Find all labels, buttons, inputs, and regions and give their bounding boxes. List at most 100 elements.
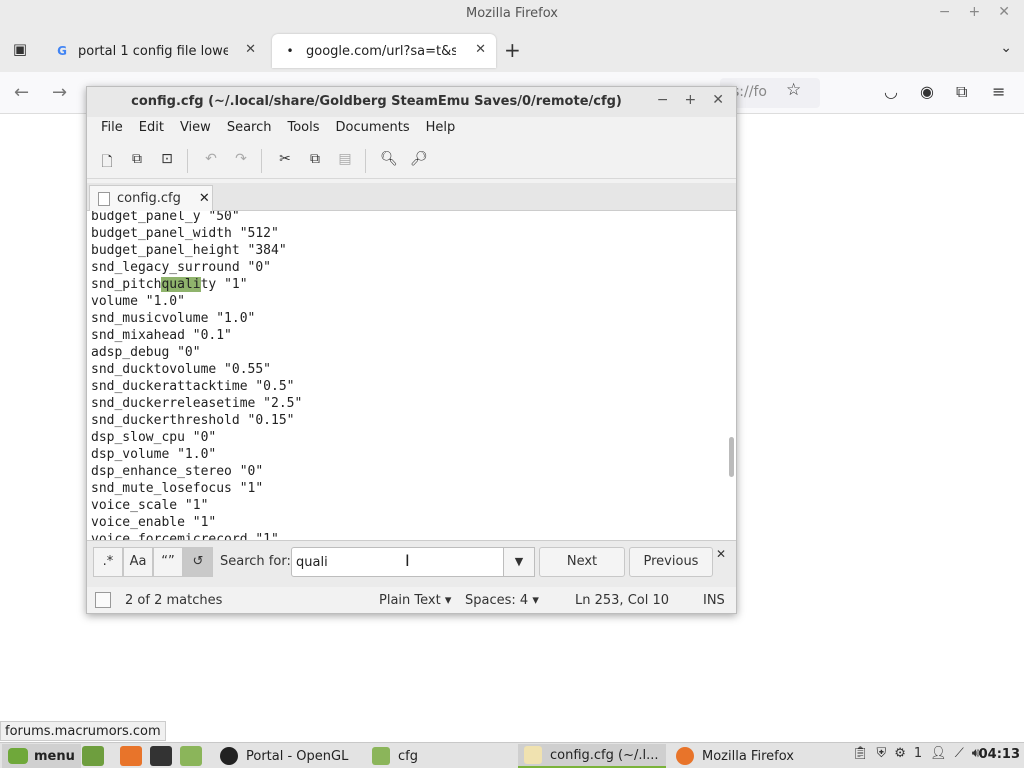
language-selector[interactable]: Plain Text ▾ (379, 593, 451, 608)
wrap-around-icon: ↺ (192, 554, 204, 569)
match-case-button[interactable]: Aa (123, 547, 153, 577)
next-button[interactable]: Next (539, 547, 625, 577)
menu-file[interactable]: File (93, 117, 131, 139)
user-icon[interactable]: 👤︎ (930, 746, 947, 761)
close-tab-icon[interactable]: ✕ (475, 42, 486, 57)
maximize-icon[interactable]: + (969, 4, 981, 20)
open-file-icon[interactable]: ⧉ (127, 151, 147, 171)
forward-icon[interactable]: → (52, 82, 67, 103)
shield-icon[interactable]: ⛨ (876, 746, 886, 761)
editor-scrollbar[interactable] (729, 437, 734, 477)
account-icon[interactable]: ◉ (920, 82, 934, 101)
editor-line: voice_enable "1" (91, 515, 217, 530)
cut-icon[interactable]: ✂ (275, 151, 295, 171)
wrap-around-button[interactable]: ↺ (183, 547, 213, 577)
match-count: 2 of 2 matches (125, 593, 223, 608)
spaces-label: Spaces: 4 (465, 593, 529, 608)
task-label: cfg (398, 748, 418, 764)
system-tray: 📋︎ ⛨ ⚙ 1 👤︎ ⟋ 🔊︎ (852, 746, 980, 761)
search-input[interactable]: quali (291, 547, 535, 577)
text-editor[interactable]: budget_panel_y "50" budget_panel_width "5… (87, 211, 736, 541)
task-label: config.cfg (~/.l... (550, 747, 659, 763)
start-menu-button[interactable]: menu (2, 744, 81, 768)
close-icon[interactable]: ✕ (998, 4, 1010, 20)
search-match-highlight: quali (161, 277, 201, 292)
editor-line: adsp_debug "0" (91, 345, 201, 360)
regex-toggle-button[interactable]: .* (93, 547, 123, 577)
search-replace-icon[interactable]: 🔎︎ (409, 151, 429, 171)
firefox-launcher-icon[interactable] (120, 746, 142, 766)
menu-search[interactable]: Search (219, 117, 280, 139)
chevron-down-icon[interactable]: ⌄ (1000, 40, 1012, 56)
taskbar: menu Portal - OpenGL cfg config.cfg (~/.… (0, 742, 1024, 768)
files-launcher-icon[interactable] (180, 746, 202, 766)
undo-icon[interactable]: ↶ (201, 151, 221, 171)
redo-icon[interactable]: ↷ (231, 151, 251, 171)
menu-documents[interactable]: Documents (328, 117, 418, 139)
minimize-icon[interactable]: − (657, 92, 669, 108)
minimize-icon[interactable]: − (939, 4, 951, 20)
bookmark-star-icon[interactable]: ☆ (786, 80, 801, 100)
pocket-icon[interactable]: ◡ (884, 82, 898, 101)
save-icon[interactable]: ⊡ (157, 151, 177, 171)
search-bar: .* Aa “” ↺ Search for: quali ▼ I Next Pr… (87, 541, 736, 587)
search-history-dropdown[interactable]: ▼ (503, 547, 535, 577)
terminal-launcher-icon[interactable] (150, 746, 172, 766)
close-icon[interactable]: ✕ (712, 92, 724, 108)
network-icon[interactable]: ⟋ (955, 746, 964, 761)
google-favicon-icon: G (57, 44, 67, 58)
firefox-titlebar: Mozilla Firefox − + ✕ (0, 0, 1024, 30)
tab-label: google.com/url?sa=t&sourc (306, 43, 456, 59)
task-cfg-folder[interactable]: cfg (366, 744, 514, 768)
previous-button[interactable]: Previous (629, 547, 713, 577)
menu-label: menu (34, 748, 75, 764)
side-panel-icon[interactable] (95, 592, 111, 608)
task-gedit[interactable]: config.cfg (~/.l... (518, 744, 666, 768)
document-tab-label: config.cfg (117, 191, 181, 206)
editor-line: dsp_slow_cpu "0" (91, 430, 217, 445)
editor-line: volume "1.0" (91, 294, 185, 309)
whole-word-button[interactable]: “” (153, 547, 183, 577)
paste-icon[interactable]: ▤ (335, 151, 355, 171)
menu-bar: File Edit View Search Tools Documents He… (87, 117, 463, 139)
new-tab-icon[interactable]: + (504, 38, 521, 62)
search-icon[interactable]: 🔍︎ (379, 151, 399, 171)
mint-logo-icon (8, 748, 28, 764)
settings-icon[interactable]: ⚙ (894, 746, 906, 761)
firefox-window-controls: − + ✕ (939, 4, 1010, 20)
menu-tools[interactable]: Tools (279, 117, 327, 139)
clipboard-icon[interactable]: 📋︎ (852, 746, 869, 761)
show-desktop-icon[interactable] (82, 746, 104, 766)
toolbar-separator (365, 149, 366, 173)
task-portal[interactable]: Portal - OpenGL (214, 744, 362, 768)
menu-help[interactable]: Help (418, 117, 464, 139)
document-tab[interactable]: config.cfg ✕ (89, 185, 213, 211)
editor-line: snd_duckerreleasetime "2.5" (91, 396, 303, 411)
document-tab-bar: config.cfg ✕ (87, 183, 736, 211)
new-document-icon[interactable]: 🗋 (97, 151, 117, 171)
menu-view[interactable]: View (172, 117, 219, 139)
editor-line: snd_legacy_surround "0" (91, 260, 272, 275)
firefox-tab-bar: ▣ G portal 1 config file lowest q ✕ • go… (0, 30, 1024, 72)
close-tab-icon[interactable]: ✕ (245, 42, 256, 57)
hamburger-menu-icon[interactable]: ≡ (992, 82, 1005, 101)
gedit-titlebar[interactable]: config.cfg (~/.local/share/Goldberg Stea… (87, 87, 736, 117)
firefox-tab-2[interactable]: • google.com/url?sa=t&sourc ✕ (272, 34, 496, 68)
back-icon[interactable]: ← (14, 82, 29, 103)
tab-list-icon[interactable]: ▣ (10, 40, 30, 60)
close-search-icon[interactable]: ✕ (716, 547, 726, 561)
gedit-window-title: config.cfg (~/.local/share/Goldberg Stea… (131, 94, 622, 109)
editor-line: snd_mute_losefocus "1" (91, 481, 264, 496)
editor-line: dsp_enhance_stereo "0" (91, 464, 264, 479)
menu-edit[interactable]: Edit (131, 117, 172, 139)
spaces-selector[interactable]: Spaces: 4 ▾ (465, 593, 539, 608)
editor-line: budget_panel_y "50" (91, 211, 240, 224)
task-firefox[interactable]: Mozilla Firefox (670, 744, 818, 768)
maximize-icon[interactable]: + (685, 92, 697, 108)
close-tab-icon[interactable]: ✕ (199, 191, 210, 206)
task-label: Mozilla Firefox (702, 748, 794, 764)
firefox-tab-1[interactable]: G portal 1 config file lowest q ✕ (44, 34, 266, 68)
editor-line: snd_duckerattacktime "0.5" (91, 379, 295, 394)
copy-icon[interactable]: ⧉ (305, 151, 325, 171)
extensions-icon[interactable]: ⧉ (956, 82, 967, 102)
